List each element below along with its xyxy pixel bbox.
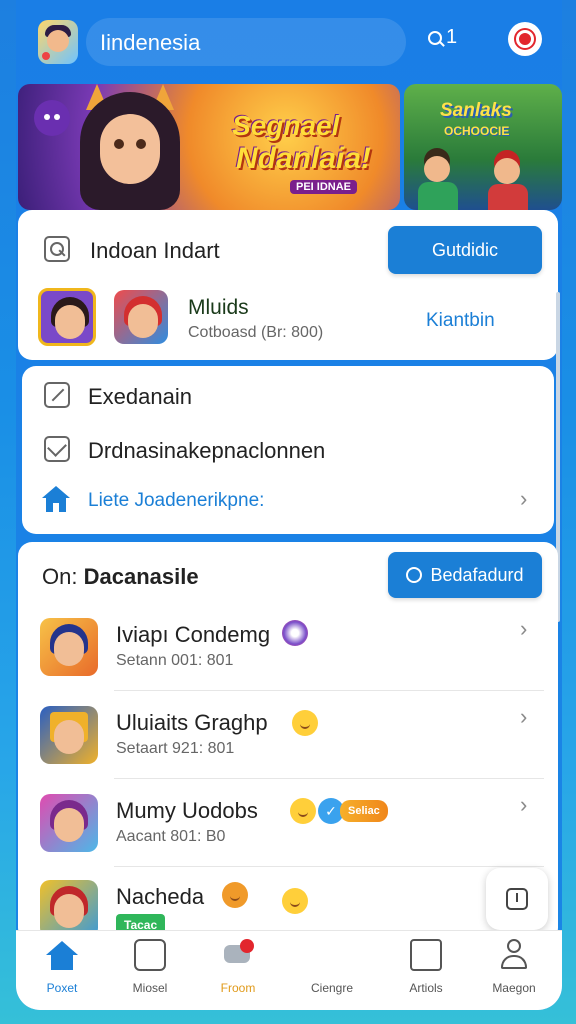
nav-label: Froom	[220, 981, 256, 995]
nav-model[interactable]: Miosel	[110, 939, 190, 1005]
divider	[114, 690, 544, 691]
smile-icon	[282, 888, 308, 914]
home-icon	[42, 486, 70, 512]
menu-item-1[interactable]: Exedanain	[88, 384, 192, 410]
banner-tag: PEI IDNAE	[290, 180, 358, 194]
list-item-title[interactable]: Nacheda	[116, 884, 204, 910]
edit-icon	[44, 382, 70, 408]
section-action-label: Bedafadurd	[430, 564, 524, 585]
nav-label: Ciengre	[310, 981, 354, 995]
section-heading: On: Dacanasile	[42, 564, 199, 590]
nav-home[interactable]: Poxet	[22, 939, 102, 1005]
chevron-right-icon[interactable]: ›	[520, 704, 527, 730]
layers-icon	[316, 939, 348, 971]
search-count: 1	[446, 26, 458, 48]
featured-card: Indoan Indart Gutdidic Mluids Cotboasd (…	[18, 210, 558, 360]
chat-icon	[222, 939, 254, 971]
chevron-right-icon[interactable]: ›	[520, 616, 527, 642]
nav-label: Poxet	[46, 981, 78, 995]
puzzle-icon	[134, 939, 166, 971]
list-item-title[interactable]: Iviapı Condemg	[116, 622, 270, 648]
nav-profile[interactable]: Maegon	[474, 939, 554, 1005]
section-action-button[interactable]: Bedafadurd	[388, 552, 542, 598]
menu-item-2[interactable]: Drdnasinakepnaclonnen	[88, 438, 325, 464]
banner-headline: Segnael	[232, 110, 340, 141]
promo-banner-secondary[interactable]: Sanlaks OCHOOCIE	[404, 84, 562, 210]
nav-articles[interactable]: Artiols	[386, 939, 466, 1005]
bottom-navigation: Poxet Miosel Froom Ciengre Artiols Maego…	[16, 930, 562, 1010]
featured-action-button[interactable]: Gutdidic	[388, 226, 542, 274]
wink-icon	[222, 882, 248, 908]
nav-label: Miosel	[132, 981, 168, 995]
key-icon	[44, 236, 70, 262]
page-title: Iindenesia	[100, 30, 201, 55]
section-heading-prefix: On:	[42, 564, 78, 589]
nav-label: Artiols	[409, 981, 443, 995]
info-icon	[506, 888, 528, 910]
smile-icon	[292, 710, 318, 736]
app-screen: Iindenesia 1 Segnael Ndanlaia! PEI IDNAE…	[16, 0, 562, 1010]
divider	[114, 778, 544, 779]
notification-icon[interactable]	[508, 22, 542, 56]
list-item-icon[interactable]	[40, 706, 98, 764]
list-item-sub: Setann 001: 801	[116, 652, 234, 669]
list-item-icon[interactable]	[40, 618, 98, 676]
nav-label: Maegon	[492, 981, 536, 995]
side-banner-subtitle: OCHOOCIE	[444, 124, 510, 138]
featured-title: Indoan Indart	[90, 238, 220, 263]
nav-layers[interactable]: Ciengre	[292, 939, 372, 1005]
promo-banner-main[interactable]: Segnael Ndanlaia! PEI IDNAE	[18, 84, 400, 210]
game-title: Mluids	[188, 296, 249, 319]
list-item-title[interactable]: Mumy Uodobs	[116, 798, 258, 824]
list-item-sub: Aacant 801: B0	[116, 828, 226, 845]
user-icon	[498, 939, 530, 971]
game-subtitle: Cotboasd (Br: 800)	[188, 324, 324, 341]
divider	[114, 866, 544, 867]
mail-icon	[44, 436, 70, 462]
list-item-sub: Setaart 921: 801	[116, 740, 235, 757]
floating-action-button[interactable]	[486, 868, 548, 930]
game-avatar[interactable]	[114, 290, 168, 344]
side-banner-title: Sanlaks	[440, 100, 512, 121]
nav-chat[interactable]: Froom	[198, 939, 278, 1005]
banner-headline-2: Ndanlaia!	[236, 142, 372, 175]
search-icon	[428, 30, 442, 45]
player-avatar[interactable]	[38, 288, 96, 346]
home-icon	[46, 939, 78, 971]
menu-link[interactable]: Liete Joadenerikpne:	[88, 490, 264, 512]
sparkle-icon	[282, 620, 308, 646]
smile-icon	[290, 798, 316, 824]
app-logo-icon[interactable]	[38, 20, 78, 64]
top-bar: Iindenesia 1	[16, 12, 562, 72]
search-button[interactable]: 1	[428, 26, 457, 49]
shield-icon	[410, 939, 442, 971]
section-heading-bold: Dacanasile	[83, 564, 199, 589]
list-item-title[interactable]: Uluiaits Graghp	[116, 710, 268, 736]
chevron-right-icon[interactable]: ›	[520, 486, 527, 512]
game-list-card: On: Dacanasile Bedafadurd Iviapı Condemg…	[18, 542, 558, 942]
tag-badge: Seliac	[340, 800, 388, 822]
chevron-right-icon[interactable]: ›	[520, 792, 527, 818]
refresh-icon	[406, 567, 423, 583]
menu-card: Exedanain Drdnasinakepnaclonnen Liete Jo…	[22, 366, 554, 534]
game-action-link[interactable]: Kiantbin	[426, 310, 495, 332]
list-item-icon[interactable]	[40, 794, 98, 852]
chat-bubble-icon	[34, 100, 70, 136]
